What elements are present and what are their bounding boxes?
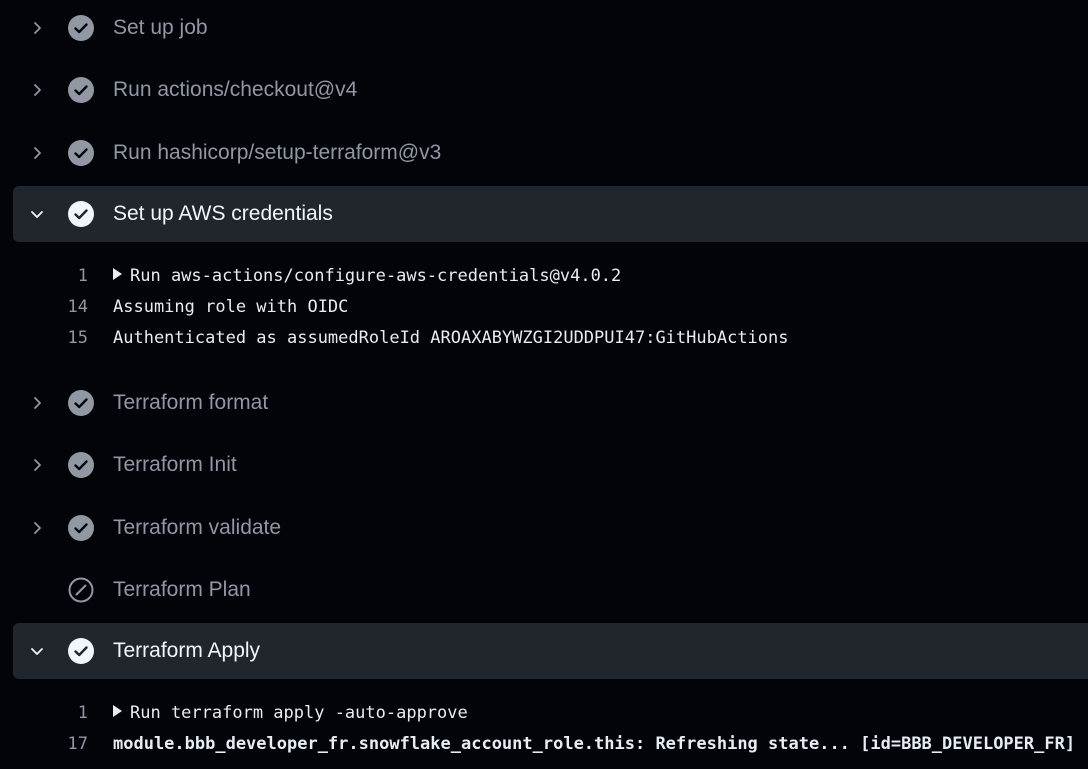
skipped-icon — [68, 577, 94, 603]
chevron-right-icon[interactable] — [27, 143, 47, 163]
line-number[interactable]: 14 — [40, 292, 88, 323]
line-number[interactable]: 15 — [40, 323, 88, 354]
step-name: Run actions/checkout@v4 — [113, 78, 358, 101]
step-terraform-plan: Terraform Plan — [13, 562, 1088, 618]
check-circle-icon — [68, 15, 94, 41]
log-text: Assuming role with OIDC — [113, 297, 349, 317]
step-name: Set up AWS credentials — [113, 202, 333, 225]
chevron-right-icon[interactable] — [27, 18, 47, 38]
step-set-up-aws-credentials[interactable]: Set up AWS credentials — [13, 186, 1088, 242]
step-name: Terraform Plan — [113, 578, 251, 601]
check-circle-icon — [68, 638, 94, 664]
check-circle-icon — [68, 77, 94, 103]
step-terraform-validate[interactable]: Terraform validate — [13, 500, 1088, 556]
check-circle-icon — [68, 515, 94, 541]
chevron-right-icon[interactable] — [27, 393, 47, 413]
step-run-checkout[interactable]: Run actions/checkout@v4 — [13, 62, 1088, 118]
step-terraform-apply[interactable]: Terraform Apply — [13, 623, 1088, 679]
log-line[interactable]: 1 Run terraform apply -auto-approve — [0, 698, 1088, 729]
log-text: Authenticated as assumedRoleId AROAXABYW… — [113, 328, 789, 348]
check-circle-icon — [68, 201, 94, 227]
step-terraform-format[interactable]: Terraform format — [13, 375, 1088, 431]
log-text: Run terraform apply -auto-approve — [130, 703, 468, 723]
check-circle-icon — [68, 140, 94, 166]
chevron-right-icon[interactable] — [27, 518, 47, 538]
step-setup-terraform[interactable]: Run hashicorp/setup-terraform@v3 — [13, 125, 1088, 181]
log-group-toggle[interactable]: Run aws-actions/configure-aws-credential… — [113, 261, 621, 292]
line-number[interactable]: 1 — [40, 261, 88, 292]
line-number[interactable]: 1 — [40, 698, 88, 729]
chevron-down-icon[interactable] — [27, 641, 47, 661]
triangle-right-icon — [113, 268, 122, 280]
log-line: 14 Assuming role with OIDC — [0, 292, 1088, 323]
check-circle-icon — [68, 452, 94, 478]
log-line: 17 module.bbb_developer_fr.snowflake_acc… — [0, 729, 1088, 760]
step-terraform-init[interactable]: Terraform Init — [13, 437, 1088, 493]
log-line: 15 Authenticated as assumedRoleId AROAXA… — [0, 323, 1088, 354]
chevron-right-icon[interactable] — [27, 455, 47, 475]
log-group-toggle[interactable]: Run terraform apply -auto-approve — [113, 698, 468, 729]
triangle-right-icon — [113, 705, 122, 717]
step-set-up-job[interactable]: Set up job — [13, 0, 1088, 56]
log-terraform-apply: 1 Run terraform apply -auto-approve 17 m… — [0, 698, 1088, 760]
step-name: Terraform Init — [113, 453, 237, 476]
job-steps-panel: Set up job Run actions/checkout@v4 Run h… — [0, 0, 1088, 769]
log-text: Run aws-actions/configure-aws-credential… — [130, 266, 622, 286]
log-text: module.bbb_developer_fr.snowflake_accoun… — [113, 734, 1076, 754]
step-name: Run hashicorp/setup-terraform@v3 — [113, 141, 442, 164]
step-name: Terraform format — [113, 391, 269, 414]
line-number[interactable]: 17 — [40, 729, 88, 760]
check-circle-icon — [68, 390, 94, 416]
log-aws-credentials: 1 Run aws-actions/configure-aws-credenti… — [0, 261, 1088, 354]
log-line[interactable]: 1 Run aws-actions/configure-aws-credenti… — [0, 261, 1088, 292]
chevron-down-icon[interactable] — [27, 204, 47, 224]
step-name: Terraform Apply — [113, 639, 261, 662]
step-name: Terraform validate — [113, 516, 282, 539]
chevron-right-icon[interactable] — [27, 80, 47, 100]
step-name: Set up job — [113, 16, 208, 39]
